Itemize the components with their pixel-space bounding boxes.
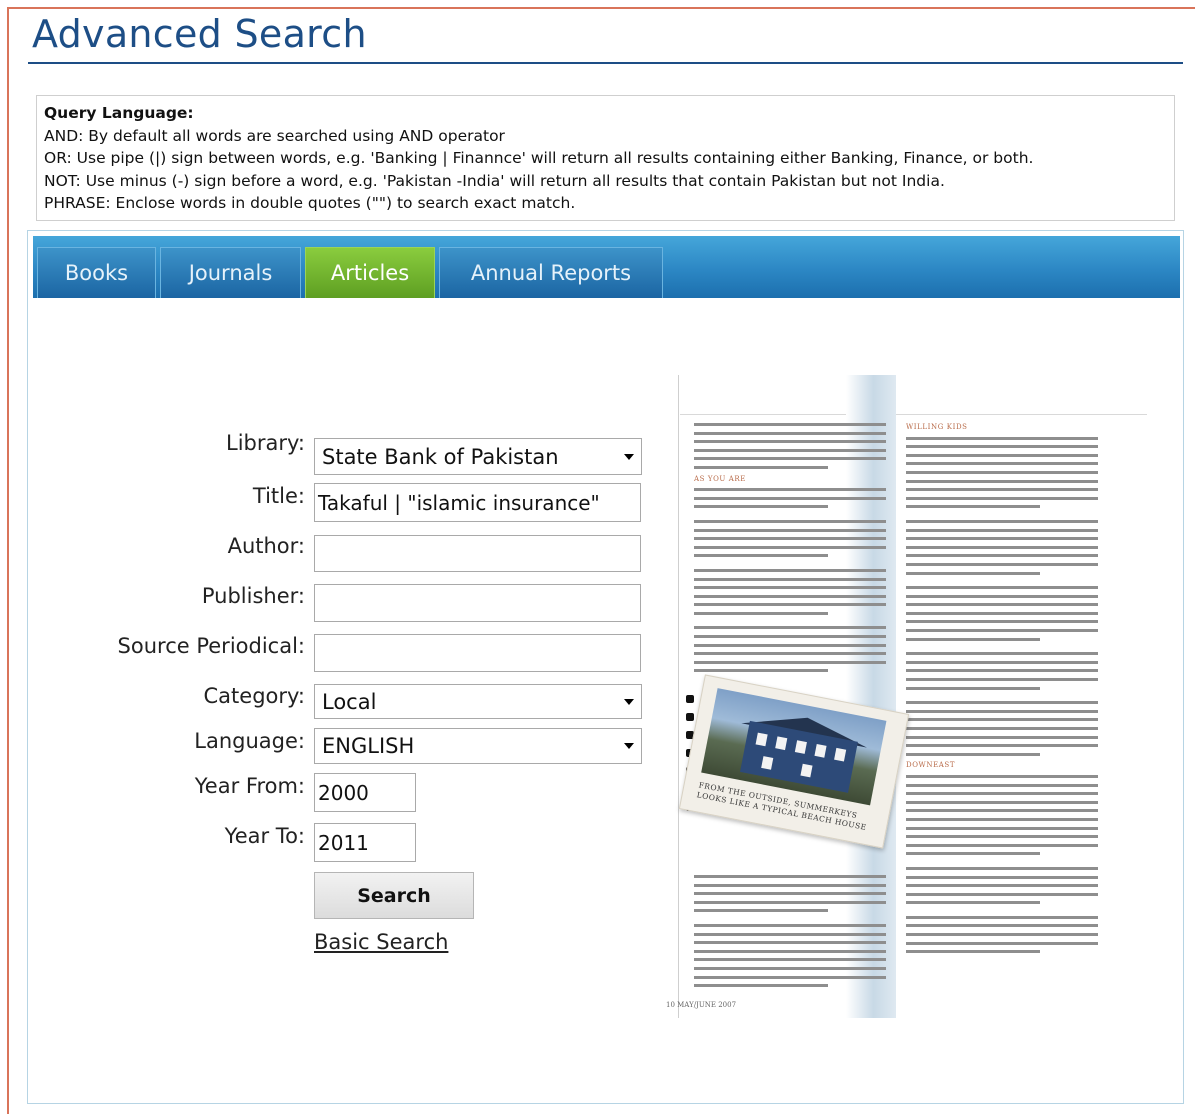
magazine-subhead-willing-kids: WILLING KIDS: [906, 423, 968, 431]
library-value: State Bank of Pakistan: [322, 444, 559, 469]
category-label: Category:: [203, 684, 305, 708]
magazine-footer: 10 MAY/JUNE 2007: [666, 1001, 737, 1009]
chevron-down-icon: [624, 698, 634, 705]
query-help-phrase: PHRASE: Enclose words in double quotes (…: [44, 194, 576, 212]
category-select[interactable]: Local: [314, 684, 642, 719]
search-button[interactable]: Search: [314, 872, 474, 919]
tab-books[interactable]: Books: [37, 247, 156, 298]
year-to-label: Year To:: [224, 824, 305, 848]
year-from-input[interactable]: 2000: [314, 773, 416, 812]
magazine-left-column-bottom: [694, 875, 886, 993]
source-periodical-label: Source Periodical:: [117, 634, 305, 658]
magazine-subhead-downeast: DOWNEAST: [906, 761, 956, 770]
library-label: Library:: [226, 431, 305, 455]
language-select[interactable]: ENGLISH: [314, 728, 642, 764]
language-label: Language:: [194, 729, 305, 753]
tab-articles[interactable]: Articles: [305, 247, 435, 298]
title-label: Title:: [252, 484, 305, 508]
tab-bar: Books Journals Articles Annual Reports: [33, 236, 1180, 298]
tab-annual-reports[interactable]: Annual Reports: [439, 247, 663, 298]
query-language-help: Query Language: AND: By default all word…: [36, 95, 1175, 221]
year-from-label: Year From:: [194, 774, 305, 798]
query-help-not: NOT: Use minus (-) sign before a word, e…: [44, 171, 945, 190]
library-select[interactable]: State Bank of Pakistan: [314, 438, 642, 475]
category-value: Local: [322, 689, 377, 714]
page-title: Advanced Search: [32, 12, 367, 56]
magazine-left-column-top: AS YOU ARE: [694, 423, 886, 678]
query-help-heading: Query Language:: [44, 104, 194, 122]
language-value: ENGLISH: [322, 734, 415, 758]
publisher-label: Publisher:: [201, 584, 305, 608]
author-input[interactable]: [314, 535, 641, 572]
page-edge: [678, 375, 679, 1018]
tab-journals[interactable]: Journals: [160, 247, 301, 298]
chevron-down-icon: [624, 743, 634, 749]
title-divider: [28, 62, 1183, 64]
magazine-subhead-as-you-are: AS YOU ARE: [694, 474, 746, 483]
query-help-and: AND: By default all words are searched u…: [44, 126, 505, 145]
author-label: Author:: [227, 534, 305, 558]
magazine-page-image: AS YOU ARE WILLING KIDS DOWNEAST FROM TH…: [650, 375, 1147, 1018]
basic-search-link[interactable]: Basic Search: [314, 930, 448, 954]
title-input[interactable]: Takaful | "islamic insurance": [314, 483, 641, 522]
page-top-rule: [680, 414, 1147, 415]
query-help-or: OR: Use pipe (|) sign between words, e.g…: [44, 149, 1034, 167]
magazine-right-column: WILLING KIDS DOWNEAST: [906, 421, 1098, 959]
year-to-input[interactable]: 2011: [314, 823, 416, 862]
source-periodical-input[interactable]: [314, 634, 641, 672]
chevron-down-icon: [624, 453, 634, 460]
publisher-input[interactable]: [314, 584, 641, 622]
